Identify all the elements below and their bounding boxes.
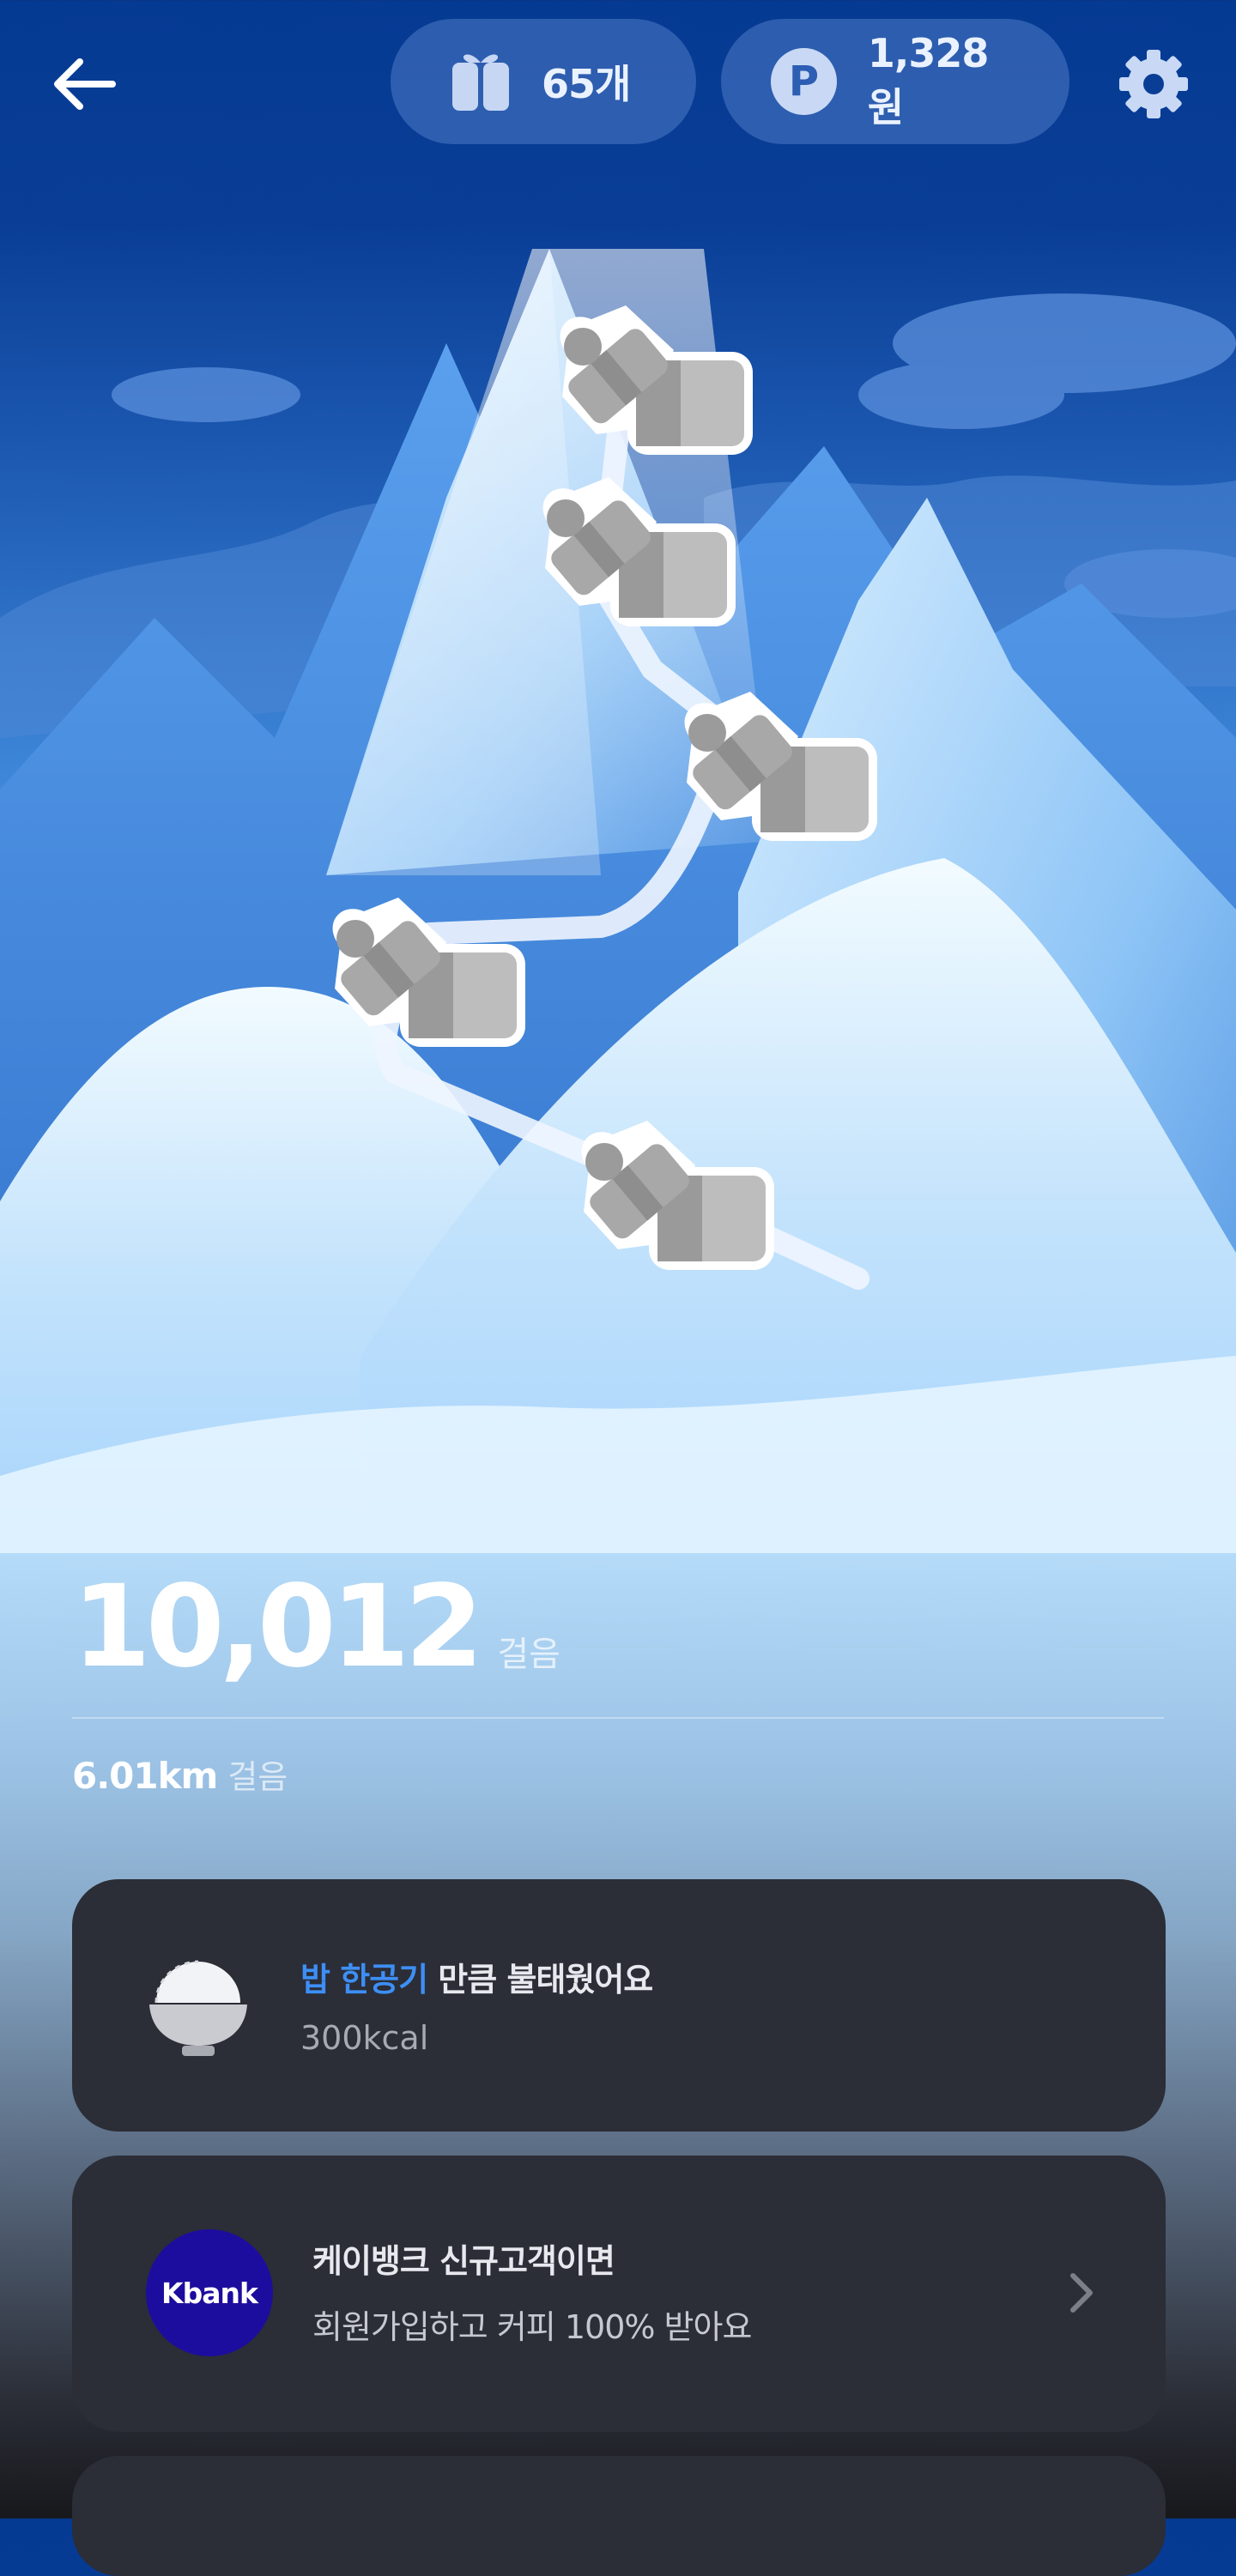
back-button[interactable] (48, 48, 120, 120)
distance-unit: 걸음 (227, 1758, 288, 1796)
gift-count: 65개 (542, 61, 631, 107)
kbank-logo: Kbank (146, 2229, 273, 2356)
step-count: 10,012 (72, 1561, 483, 1693)
next-card (72, 2456, 1166, 2576)
back-arrow-icon (54, 58, 116, 110)
chevron-right-icon (1070, 2273, 1093, 2313)
mountain-svg (0, 249, 1236, 1553)
mountain-illustration (0, 137, 1236, 1553)
calorie-highlight: 밥 한공기 (300, 1961, 428, 1999)
gift-icon (452, 54, 509, 111)
settings-button[interactable] (1114, 45, 1193, 124)
gift-count-pill[interactable]: 65개 (391, 19, 696, 144)
rice-bowl-icon (149, 1960, 247, 2056)
gear-icon (1119, 50, 1188, 118)
kbank-text: 케이뱅크 신규고객이면 회원가입하고 커피 100% 받아요 (312, 2234, 752, 2348)
calorie-title-rest: 만큼 불태웠어요 (427, 1961, 653, 1999)
distance-value: 6.01km (72, 1755, 218, 1797)
calorie-card: 밥 한공기 만큼 불태웠어요 300kcal (72, 1879, 1166, 2132)
step-count-row: 10,012 걸음 (72, 1570, 560, 1684)
distance-row: 6.01km 걸음 (72, 1751, 288, 1798)
divider (72, 1717, 1164, 1719)
calorie-value: 300kcal (300, 2019, 429, 2057)
point-icon: P (771, 48, 837, 115)
kbank-subtitle: 회원가입하고 커피 100% 받아요 (312, 2308, 752, 2346)
calorie-title: 밥 한공기 만큼 불태웠어요 (300, 1953, 653, 2000)
calorie-text: 밥 한공기 만큼 불태웠어요 300kcal (300, 1953, 653, 2057)
points-pill[interactable]: P 1,328원 (721, 19, 1069, 144)
kbank-title: 케이뱅크 신규고객이면 (312, 2242, 615, 2280)
points-value: 1,328원 (867, 30, 990, 130)
kbank-promo-card[interactable]: Kbank 케이뱅크 신규고객이면 회원가입하고 커피 100% 받아요 (72, 2156, 1166, 2432)
step-unit: 걸음 (497, 1635, 560, 1674)
